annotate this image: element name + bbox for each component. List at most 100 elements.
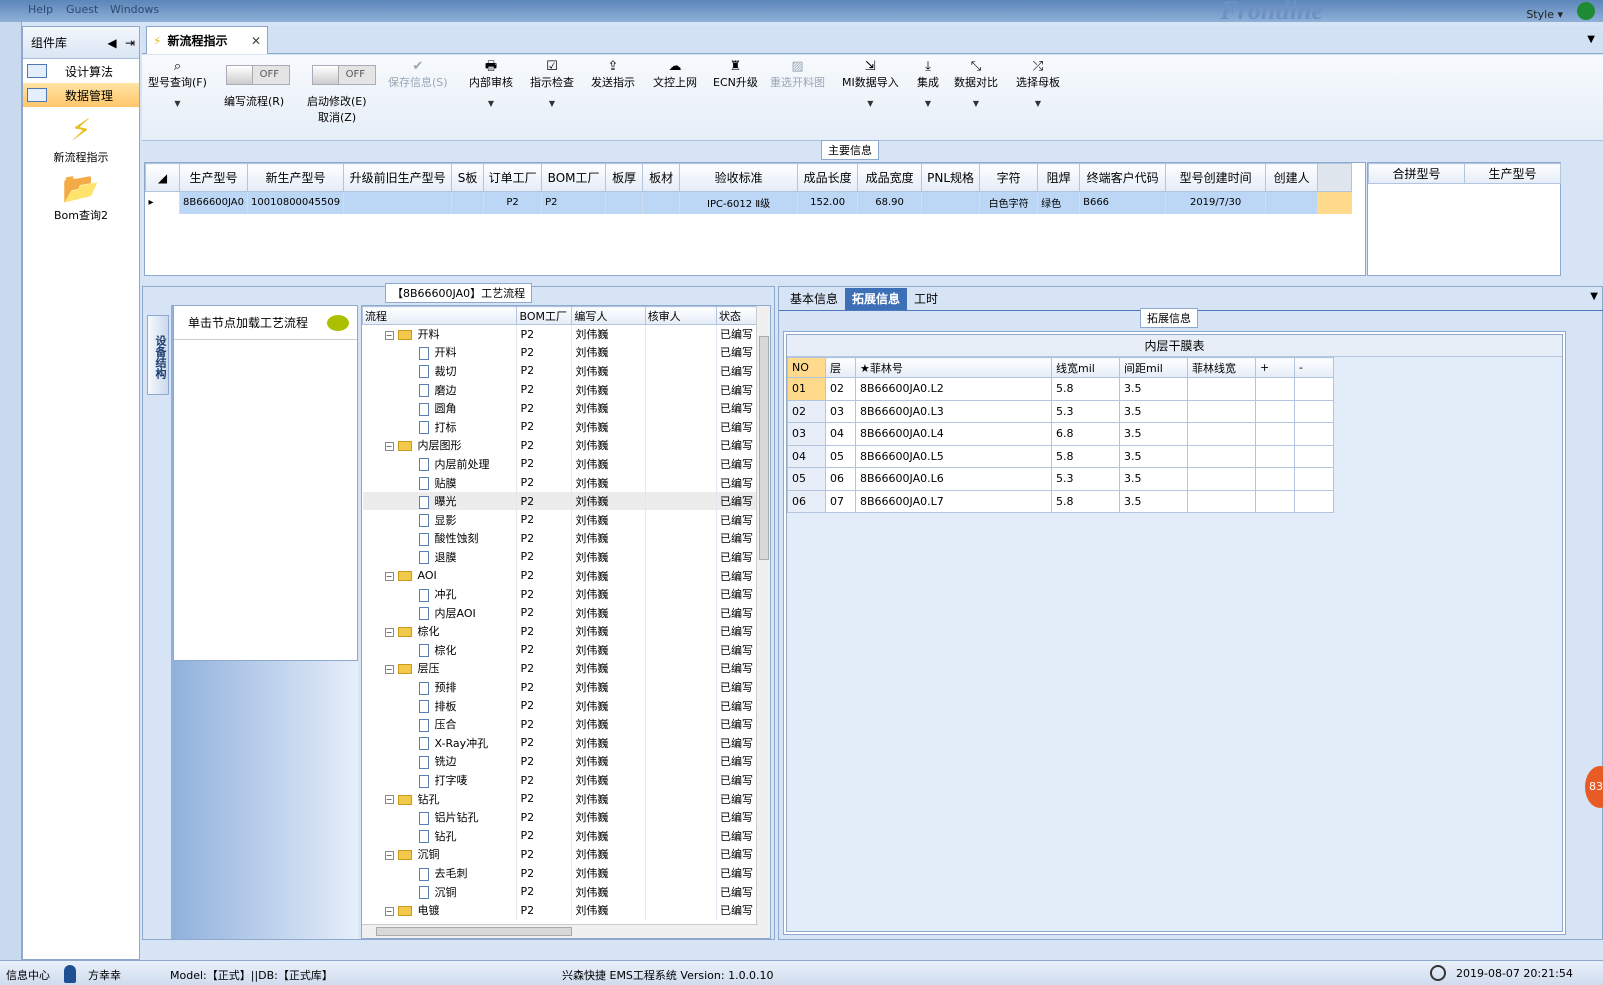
table-cell[interactable]: 07 <box>825 489 856 513</box>
column-header[interactable]: ★菲林号 <box>855 357 1052 378</box>
bom-query-item[interactable]: 📂 Bom查询2 <box>23 171 139 223</box>
tree-cell-writer[interactable]: 刘伟巍 <box>571 882 646 901</box>
tree-cell-writer[interactable]: 刘伟巍 <box>571 417 646 437</box>
table-cell[interactable]: 05 <box>825 444 856 468</box>
table-cell[interactable]: 3.5 <box>1119 422 1188 446</box>
write-process-toggle[interactable]: OFF <box>226 65 290 85</box>
tree-cell-writer[interactable]: 刘伟巍 <box>571 584 646 604</box>
column-header[interactable]: 线宽mil <box>1051 357 1120 378</box>
table-row[interactable]: 01 02 8B66600JA0.L2 5.8 3.5 <box>787 377 1334 401</box>
column-header[interactable]: 订单工厂 <box>483 163 543 192</box>
expand-toggle-icon[interactable]: − <box>384 664 394 674</box>
remove-column-header[interactable]: - <box>1294 357 1334 378</box>
table-cell[interactable]: 02 <box>787 399 826 423</box>
send-instruction-button[interactable]: ⇪ 发送指示 <box>591 59 635 90</box>
tree-cell-status[interactable]: 已编写 <box>716 789 758 808</box>
tree-cell-status[interactable]: 已编写 <box>716 343 758 362</box>
tree-cell-writer[interactable]: 刘伟巍 <box>571 696 646 715</box>
tree-cell-writer[interactable]: 刘伟巍 <box>571 845 646 864</box>
start-modify-toggle[interactable]: OFF <box>312 65 376 85</box>
tree-cell-writer[interactable]: 刘伟巍 <box>571 324 646 344</box>
tree-cell-reviewer[interactable] <box>645 510 717 530</box>
tree-row[interactable]: − 内层图形 P2 刘伟巍 已编写 <box>362 436 758 455</box>
tree-cell-bom[interactable]: P2 <box>516 603 573 622</box>
table-row[interactable]: 02 03 8B66600JA0.L3 5.3 3.5 <box>787 399 1334 423</box>
tree-cell-status[interactable]: 已编写 <box>716 436 758 455</box>
tree-cell-bom[interactable]: P2 <box>516 807 573 827</box>
tree-cell-writer[interactable]: 刘伟巍 <box>571 863 646 883</box>
table-cell[interactable]: 3.5 <box>1119 377 1188 401</box>
table-cell[interactable] <box>1255 422 1295 446</box>
menu-guest[interactable]: Guest <box>66 3 98 16</box>
tree-cell-status[interactable]: 已编写 <box>716 659 758 678</box>
tree-cell-status[interactable]: 已编写 <box>716 696 758 715</box>
tree-row[interactable]: X-Ray冲孔 P2 刘伟巍 已编写 <box>362 733 758 753</box>
tree-row[interactable]: 沉铜 P2 刘伟巍 已编写 <box>362 882 758 901</box>
table-row[interactable]: ▸ 8B66600JA0 10010800045509 P2 P2 IPC-60… <box>145 191 1353 214</box>
table-cell[interactable] <box>1255 399 1295 423</box>
collapse-left-icon[interactable]: ◀ <box>103 36 121 50</box>
tree-cell-writer[interactable]: 刘伟巍 <box>571 454 646 474</box>
integrate-button[interactable]: ⤓ 集成 ▼ <box>917 59 939 111</box>
table-row[interactable]: 04 05 8B66600JA0.L5 5.8 3.5 <box>787 444 1334 468</box>
tree-cell-writer[interactable]: 刘伟巍 <box>571 436 646 455</box>
tree-cell-reviewer[interactable] <box>645 343 717 362</box>
tree-cell-status[interactable]: 已编写 <box>716 398 758 418</box>
tree-cell-bom[interactable]: P2 <box>516 900 573 920</box>
tree-cell-writer[interactable]: 刘伟巍 <box>571 752 646 771</box>
tab-equipment-structure[interactable]: 设备结构 <box>147 315 169 395</box>
table-cell[interactable]: 5.3 <box>1051 467 1120 491</box>
tree-cell-reviewer[interactable] <box>645 417 717 437</box>
tree-row[interactable]: 酸性蚀刻 P2 刘伟巍 已编写 <box>362 529 758 548</box>
expand-toggle-icon[interactable]: − <box>384 627 394 637</box>
tree-cell-status[interactable]: 已编写 <box>716 566 758 585</box>
table-row[interactable]: 05 06 8B66600JA0.L6 5.3 3.5 <box>787 467 1334 491</box>
close-icon[interactable]: ✕ <box>251 34 261 48</box>
tree-row[interactable]: − AOI P2 刘伟巍 已编写 <box>362 566 758 585</box>
column-header[interactable]: 升级前旧生产型号 <box>343 163 453 192</box>
tree-cell-reviewer[interactable] <box>645 677 717 697</box>
tree-cell-writer[interactable]: 刘伟巍 <box>571 714 646 734</box>
tree-cell-bom[interactable]: P2 <box>516 436 573 455</box>
tree-cell-reviewer[interactable] <box>645 603 717 622</box>
internal-review-button[interactable]: 🖶 内部审核 ▼ <box>469 59 513 111</box>
tree-cell-status[interactable]: 已编写 <box>716 324 758 344</box>
tree-cell-bom[interactable]: P2 <box>516 473 573 492</box>
tree-cell-writer[interactable]: 刘伟巍 <box>571 733 646 753</box>
tree-row[interactable]: − 开料 P2 刘伟巍 已编写 <box>362 324 758 344</box>
table-cell[interactable]: 06 <box>825 467 856 491</box>
column-header[interactable]: 流程 <box>362 306 518 325</box>
tree-cell-reviewer[interactable] <box>645 900 717 920</box>
tree-cell-writer[interactable]: 刘伟巍 <box>571 473 646 492</box>
tree-row[interactable]: 裁切 P2 刘伟巍 已编写 <box>362 361 758 381</box>
column-header[interactable]: 层 <box>825 357 856 378</box>
table-row[interactable]: 03 04 8B66600JA0.L4 6.8 3.5 <box>787 422 1334 446</box>
column-header[interactable]: 字符 <box>979 163 1039 192</box>
tree-cell-reviewer[interactable] <box>645 529 717 548</box>
table-row[interactable]: 06 07 8B66600JA0.L7 5.8 3.5 <box>787 489 1334 513</box>
tree-cell-bom[interactable]: P2 <box>516 789 573 808</box>
save-info-button[interactable]: ✔ 保存信息(S) <box>388 59 448 90</box>
tree-cell-status[interactable]: 已编写 <box>716 677 758 697</box>
tree-row[interactable]: 开料 P2 刘伟巍 已编写 <box>362 343 758 362</box>
table-cell[interactable] <box>1187 422 1256 446</box>
tree-row[interactable]: 压合 P2 刘伟巍 已编写 <box>362 714 758 734</box>
table-cell[interactable] <box>1255 489 1295 513</box>
expand-toggle-icon[interactable]: − <box>384 441 394 451</box>
table-cell[interactable] <box>1255 444 1295 468</box>
table-cell[interactable]: 06 <box>787 489 826 513</box>
tree-cell-reviewer[interactable] <box>645 566 717 585</box>
ecn-upgrade-button[interactable]: ♜ ECN升级 <box>713 59 758 90</box>
tree-cell-writer[interactable]: 刘伟巍 <box>571 659 646 678</box>
tree-row[interactable]: 退膜 P2 刘伟巍 已编写 <box>362 547 758 567</box>
tree-cell-reviewer[interactable] <box>645 826 717 846</box>
tree-row[interactable]: 棕化 P2 刘伟巍 已编写 <box>362 640 758 660</box>
tree-cell-writer[interactable]: 刘伟巍 <box>571 398 646 418</box>
tree-cell-reviewer[interactable] <box>645 807 717 827</box>
tree-cell-reviewer[interactable] <box>645 584 717 604</box>
tree-row[interactable]: 钻孔 P2 刘伟巍 已编写 <box>362 826 758 846</box>
table-cell[interactable]: 02 <box>825 377 856 401</box>
tree-cell-writer[interactable]: 刘伟巍 <box>571 343 646 362</box>
column-header[interactable]: 新生产型号 <box>247 163 345 192</box>
tab-new-process[interactable]: ⚡ 新流程指示 ✕ <box>146 26 268 54</box>
